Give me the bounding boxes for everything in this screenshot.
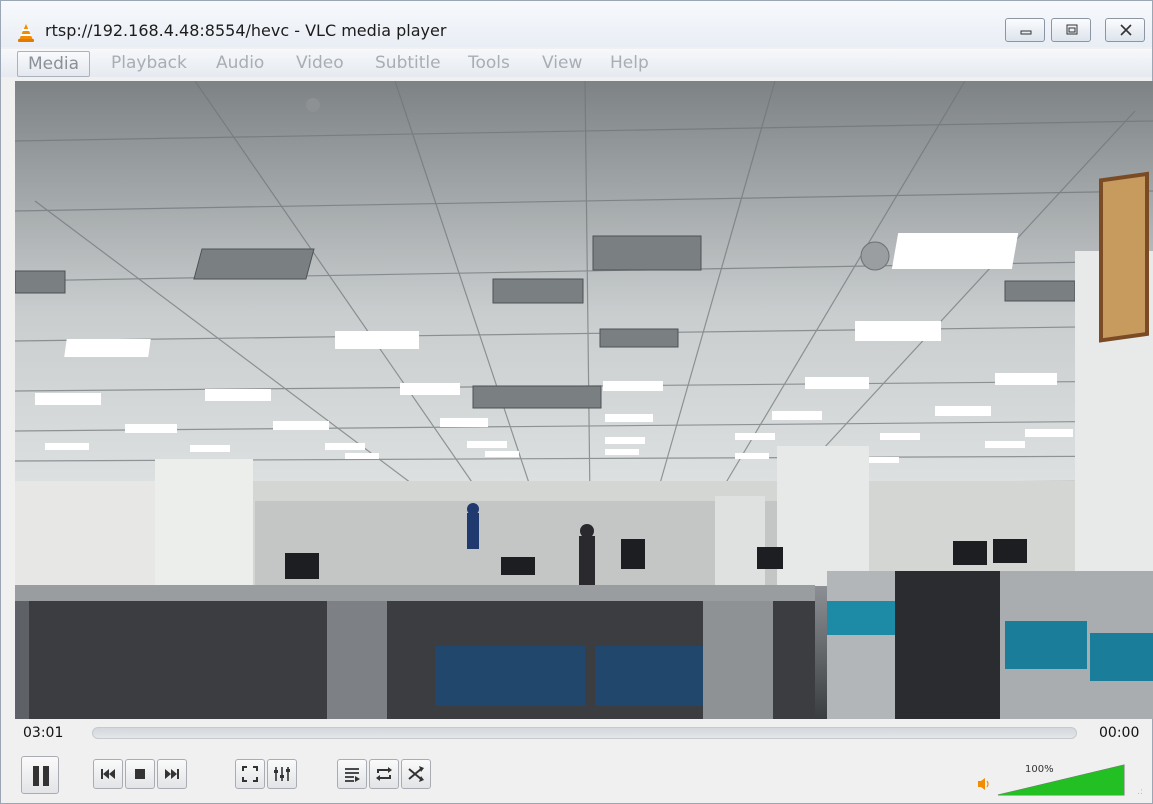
maximize-button[interactable]: [1051, 18, 1091, 42]
speaker-icon[interactable]: [977, 777, 991, 791]
stop-icon: [135, 769, 145, 779]
loop-icon: [376, 767, 392, 781]
stop-button[interactable]: [125, 759, 155, 789]
minimize-icon: [1020, 30, 1032, 35]
wall-painting: [1099, 171, 1149, 343]
menu-audio[interactable]: Audio: [206, 51, 274, 75]
next-icon: [165, 769, 179, 779]
video-frame: [15, 81, 1153, 719]
menu-view[interactable]: View: [532, 51, 592, 75]
fullscreen-button[interactable]: [235, 759, 265, 789]
figurine: [467, 503, 479, 549]
elapsed-time: 03:01: [23, 725, 64, 741]
minimize-button[interactable]: [1005, 18, 1045, 42]
menu-playback[interactable]: Playback: [101, 51, 197, 75]
remaining-time: 00:00: [1099, 725, 1140, 741]
seek-slider[interactable]: [92, 727, 1077, 739]
shuffle-button[interactable]: [401, 759, 431, 789]
video-area[interactable]: [15, 81, 1153, 719]
menu-media[interactable]: Media: [17, 51, 91, 77]
close-button[interactable]: [1105, 18, 1145, 42]
playlist-icon: [345, 768, 360, 782]
volume-slider[interactable]: [996, 761, 1126, 797]
loop-button[interactable]: [369, 759, 399, 789]
extended-settings-button[interactable]: [267, 759, 297, 789]
maximize-icon: [1066, 24, 1078, 35]
menu-tools[interactable]: Tools: [458, 51, 520, 75]
menu-video[interactable]: Video: [286, 51, 354, 75]
menu-help[interactable]: Help: [600, 51, 659, 75]
menu-bar: Media Playback Audio Video Subtitle Tool…: [1, 49, 1152, 77]
menu-subtitle[interactable]: Subtitle: [365, 51, 451, 75]
close-icon: [1120, 24, 1132, 36]
vlc-window: rtsp://192.168.4.48:8554/hevc - VLC medi…: [0, 0, 1153, 804]
previous-icon: [101, 769, 115, 779]
playlist-button[interactable]: [337, 759, 367, 789]
vlc-cone-icon[interactable]: [16, 23, 36, 43]
fullscreen-icon: [242, 766, 258, 782]
pause-button[interactable]: [21, 756, 59, 794]
window-title: rtsp://192.168.4.48:8554/hevc - VLC medi…: [45, 21, 447, 40]
figurine: [579, 524, 595, 588]
pillar: [155, 459, 253, 589]
pillar: [777, 446, 869, 591]
next-button[interactable]: [157, 759, 187, 789]
pause-icon: [33, 766, 49, 786]
equalizer-icon: [274, 767, 290, 781]
title-bar: rtsp://192.168.4.48:8554/hevc - VLC medi…: [1, 1, 1152, 47]
previous-button[interactable]: [93, 759, 123, 789]
resize-grip[interactable]: .:: [1137, 787, 1143, 797]
shuffle-icon: [408, 766, 424, 782]
